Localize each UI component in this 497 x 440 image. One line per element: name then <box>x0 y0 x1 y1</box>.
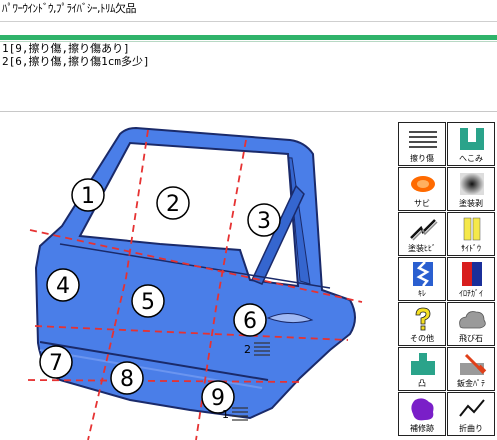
paint-crack-icon <box>410 219 438 241</box>
svg-text:1: 1 <box>81 184 95 209</box>
svg-text:4: 4 <box>56 274 70 299</box>
note-line-2: 2[6,擦り傷,擦り傷1cm多少] <box>2 55 150 68</box>
svg-text:2: 2 <box>166 192 180 217</box>
putty-icon <box>460 353 487 375</box>
svg-text:6: 6 <box>243 309 257 334</box>
stone-chip-icon <box>459 311 486 329</box>
tool-side[interactable]: ｻｲﾄﾞｳ <box>447 212 495 256</box>
region-9[interactable]: 9 <box>201 380 235 414</box>
svg-text:3: 3 <box>257 209 271 234</box>
notes-separator <box>0 111 497 112</box>
tool-paint-peel[interactable]: 塗装剥 <box>447 167 495 211</box>
scratch-lines-icon <box>409 131 437 148</box>
note-line-1: 1[9,擦り傷,擦り傷あり] <box>2 42 130 55</box>
region-5[interactable]: 5 <box>131 284 165 318</box>
svg-text:7: 7 <box>49 351 63 376</box>
region-7[interactable]: 7 <box>39 345 73 379</box>
svg-text:1: 1 <box>222 408 229 421</box>
bump-icon <box>411 353 435 375</box>
bend-icon <box>459 399 485 417</box>
tool-other[interactable]: その他 <box>398 302 446 346</box>
paint-peel-icon <box>460 173 484 195</box>
tool-bump[interactable]: 凸 <box>398 347 446 391</box>
tool-dent[interactable]: へこみ <box>447 122 495 166</box>
region-1[interactable]: 1 <box>71 178 105 212</box>
door-diagram[interactable]: 1 2 3 4 5 6 7 8 9 2 1 <box>0 118 395 440</box>
tool-color-diff[interactable]: ｲﾛﾁｶﾞｲ <box>447 257 495 301</box>
tool-rust[interactable]: サビ <box>398 167 446 211</box>
header-title: ﾊﾟﾜｰｳｲﾝﾄﾞｳ,ﾌﾟﾗｲﾊﾞｼｰ,ﾄﾘﾑ欠品 <box>0 0 497 22</box>
region-2[interactable]: 2 <box>156 186 190 220</box>
region-8[interactable]: 8 <box>110 361 144 395</box>
dent-icon <box>460 128 484 150</box>
tear-icon <box>413 261 433 287</box>
tool-tear[interactable]: ｷﾚ <box>398 257 446 301</box>
repair-mark-icon <box>411 398 434 421</box>
svg-text:8: 8 <box>120 367 134 392</box>
tool-putty[interactable]: 鈑金ﾊﾟﾃ <box>447 347 495 391</box>
region-3[interactable]: 3 <box>247 203 281 237</box>
tool-paint-crack[interactable]: 塗装ﾋﾋﾞ <box>398 212 446 256</box>
side-icon <box>463 217 481 241</box>
question-icon <box>415 307 431 331</box>
svg-text:2: 2 <box>244 343 251 356</box>
svg-text:5: 5 <box>141 290 155 315</box>
region-6[interactable]: 6 <box>233 303 267 337</box>
damage-notes[interactable]: 1[9,擦り傷,擦り傷あり] 2[6,擦り傷,擦り傷1cm多少] <box>2 42 150 68</box>
color-diff-icon <box>462 262 482 286</box>
tool-repair-mark[interactable]: 補修跡 <box>398 392 446 436</box>
tool-stone-chip[interactable]: 飛び石 <box>447 302 495 346</box>
accent-divider <box>0 35 497 40</box>
rust-icon <box>411 176 435 192</box>
damage-tool-palette: 擦り傷 へこみ サビ 塗装剥 塗装ﾋﾋﾞ ｻｲﾄﾞｳ ｷﾚ ｲﾛﾁｶﾞｲ その他… <box>398 122 497 440</box>
tool-scratch[interactable]: 擦り傷 <box>398 122 446 166</box>
tool-bend[interactable]: 折曲り <box>447 392 495 436</box>
region-4[interactable]: 4 <box>46 268 80 302</box>
